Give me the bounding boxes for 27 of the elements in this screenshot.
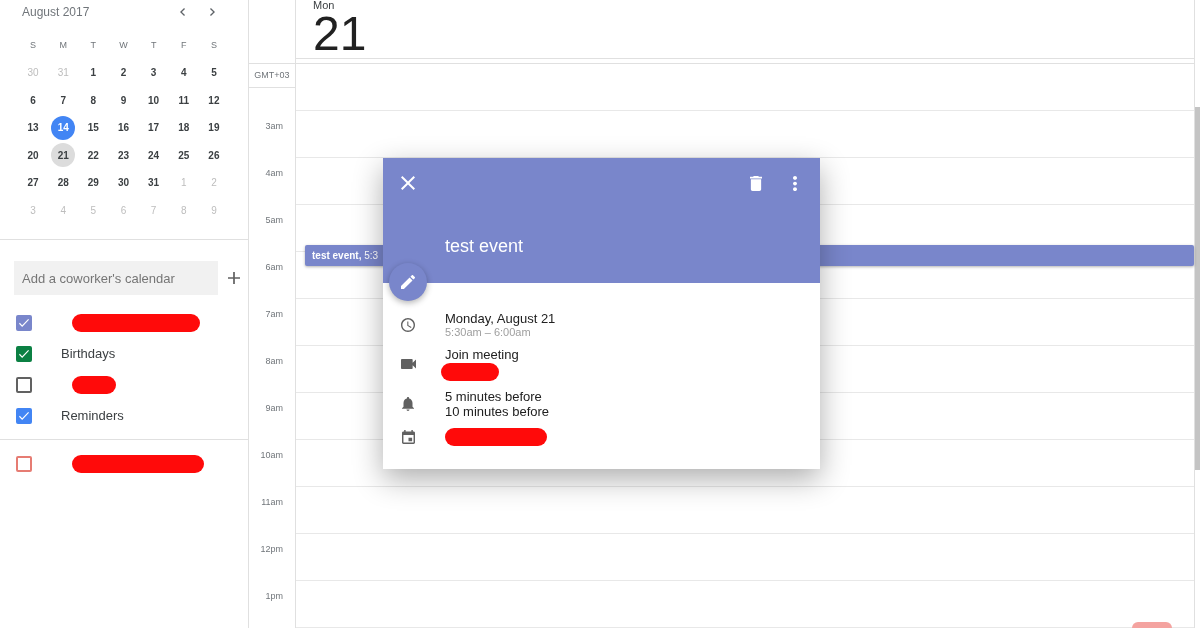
detail-subtext: 5:30am – 6:00am bbox=[445, 326, 531, 339]
hour-label: 8am bbox=[265, 355, 283, 369]
hour-label: 9am bbox=[265, 402, 283, 416]
hour-label: 1pm bbox=[265, 590, 283, 604]
weekday-label: S bbox=[30, 38, 37, 52]
detail-text: Join meeting bbox=[445, 347, 519, 362]
hour-label: 3am bbox=[265, 120, 283, 134]
hour-label: 12pm bbox=[260, 543, 283, 557]
weekday-label: T bbox=[150, 38, 157, 52]
month-title: August 2017 bbox=[22, 4, 90, 21]
hour-label: 11am bbox=[261, 496, 283, 510]
hour-label: 10am bbox=[260, 449, 283, 463]
weekday-label: F bbox=[181, 38, 187, 52]
weekday-label: S bbox=[210, 38, 217, 52]
weekday-label: M bbox=[59, 38, 67, 52]
weekday-label: W bbox=[119, 38, 128, 52]
hour-label: 7am bbox=[265, 308, 283, 322]
weekday-label: T bbox=[90, 38, 97, 52]
weekday-heading: Mon bbox=[313, 0, 335, 10]
event-title: test event bbox=[445, 235, 524, 257]
hour-label: 6am bbox=[265, 261, 283, 275]
timezone-label: GMT+03 bbox=[254, 68, 290, 82]
hour-label: 4am bbox=[265, 167, 283, 181]
reminder-text: 5 minutes before bbox=[445, 389, 542, 404]
reminder-text: 10 minutes before bbox=[445, 404, 550, 419]
hour-label: 5am bbox=[265, 214, 283, 228]
detail-text: Monday, August 21 bbox=[445, 311, 556, 326]
